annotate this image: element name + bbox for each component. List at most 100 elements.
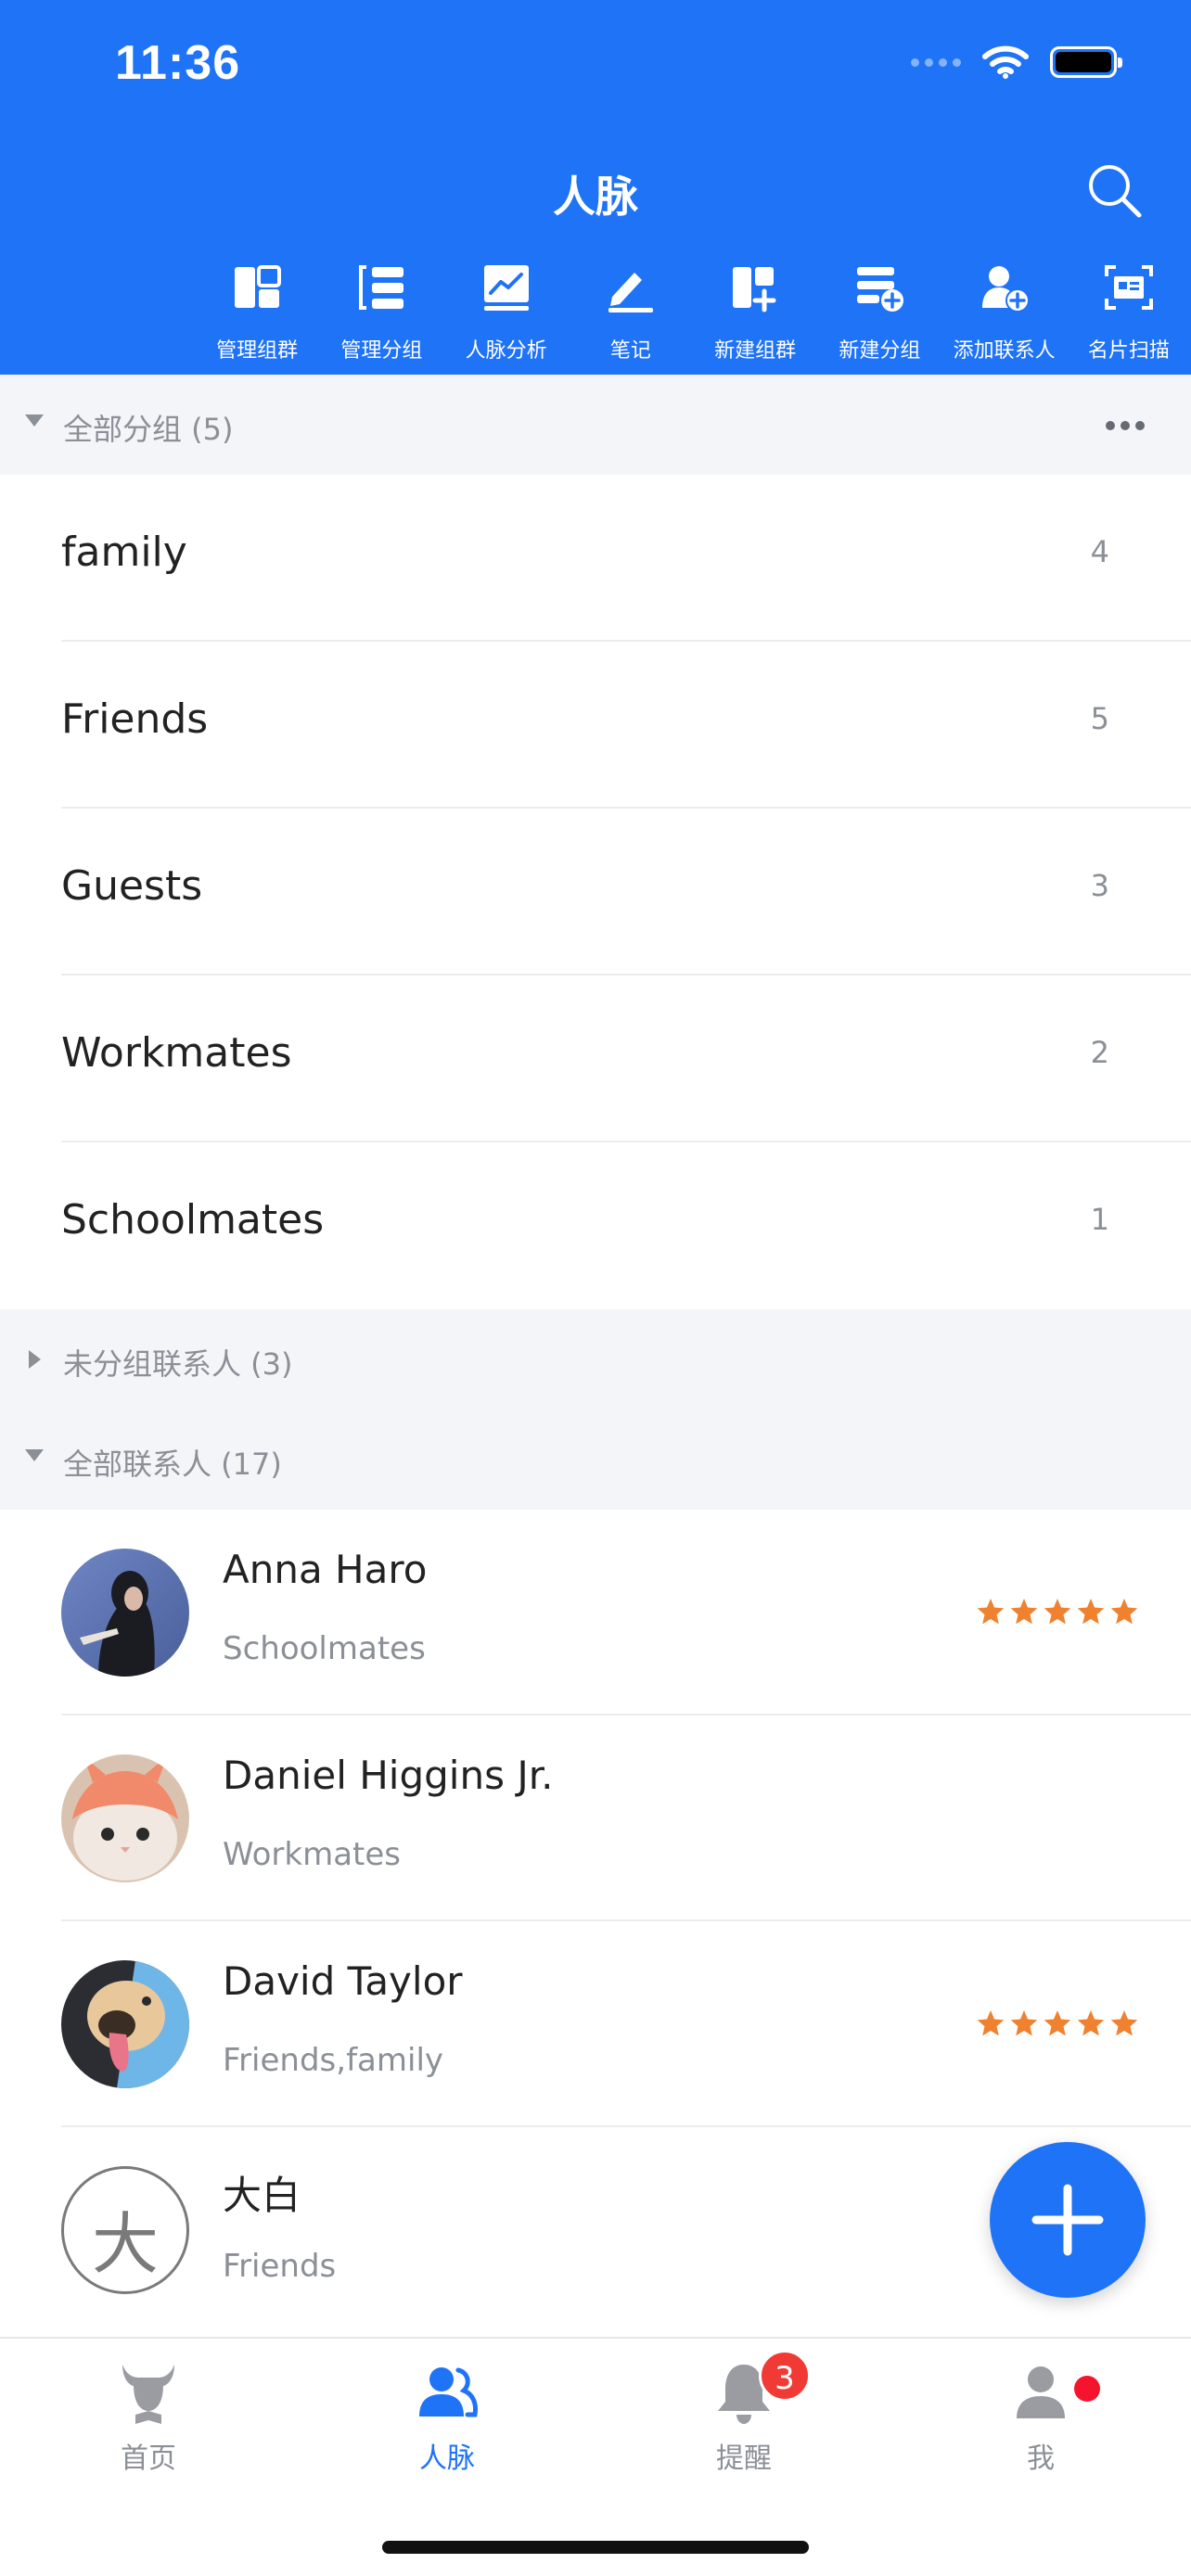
tool-network-analysis[interactable]: 人脉分析 bbox=[444, 260, 569, 375]
tab-label: 提醒 bbox=[716, 2442, 772, 2475]
tool-new-category[interactable]: 新建分组 bbox=[817, 260, 941, 375]
contact-name: Anna Haro bbox=[223, 1547, 428, 1592]
section-title: 全部联系人 (17) bbox=[63, 1447, 282, 1482]
tool-label: 管理组群 bbox=[216, 339, 299, 363]
group-name: family bbox=[61, 529, 187, 576]
tool-manage-groups[interactable]: 管理组群 bbox=[195, 260, 319, 375]
star-icon bbox=[977, 1599, 1005, 1625]
signal-icon bbox=[911, 57, 961, 67]
group-row[interactable]: Guests 3 bbox=[0, 809, 1191, 976]
tool-label: 新建分组 bbox=[839, 339, 921, 363]
rating-stars bbox=[976, 1597, 1139, 1626]
group-name: Schoolmates bbox=[61, 1196, 325, 1243]
tab-label: 我 bbox=[1027, 2442, 1055, 2475]
tab-reminders[interactable]: 提醒 3 bbox=[651, 2339, 837, 2478]
status-time: 11:36 bbox=[115, 36, 241, 90]
notification-dot bbox=[1074, 2376, 1100, 2402]
star-icon bbox=[1044, 1599, 1071, 1625]
contact-name: 大白 bbox=[223, 2173, 301, 2218]
group-count: 2 bbox=[1090, 1035, 1109, 1070]
profile-icon bbox=[1017, 2366, 1065, 2418]
wifi-icon bbox=[982, 45, 1029, 79]
avatar bbox=[61, 1549, 189, 1677]
tool-label: 名片扫描 bbox=[1087, 339, 1170, 363]
group-row[interactable]: Workmates 2 bbox=[0, 976, 1191, 1142]
tool-label: 管理分组 bbox=[340, 339, 423, 363]
avatar-letter: 大 bbox=[91, 2205, 159, 2283]
manage-groups-icon bbox=[235, 265, 282, 308]
network-analysis-icon bbox=[483, 265, 529, 311]
tab-me[interactable]: 我 bbox=[948, 2339, 1133, 2478]
add-floating-button[interactable] bbox=[990, 2142, 1146, 2298]
contact-row[interactable]: David Taylor Friends,family bbox=[0, 1921, 1191, 2127]
new-group-icon bbox=[733, 267, 776, 312]
plus-icon bbox=[1031, 2184, 1104, 2256]
contact-row[interactable]: Anna Haro Schoolmates bbox=[0, 1510, 1191, 1715]
star-icon bbox=[1110, 1599, 1138, 1625]
tool-label: 人脉分析 bbox=[465, 339, 547, 363]
contact-name: David Taylor bbox=[223, 1958, 463, 2004]
star-icon bbox=[1044, 2010, 1071, 2036]
tab-label: 首页 bbox=[121, 2442, 176, 2475]
section-title: 全部分组 (5) bbox=[63, 412, 234, 447]
tool-notes[interactable]: 笔记 bbox=[569, 260, 693, 375]
tool-add-contact[interactable]: 添加联系人 bbox=[942, 260, 1067, 375]
star-icon bbox=[1077, 2010, 1105, 2036]
group-name: Guests bbox=[61, 862, 203, 910]
header-bar: 11:36 人脉 管理组群 管理分组 人脉分析 笔记 新建组群 新建分组 添加联… bbox=[0, 0, 1191, 375]
battery-icon bbox=[1050, 46, 1122, 78]
contact-group: Friends bbox=[223, 2248, 337, 2285]
tool-label: 添加联系人 bbox=[953, 339, 1056, 363]
group-row[interactable]: Schoolmates 1 bbox=[0, 1142, 1191, 1309]
avatar: 大 bbox=[61, 2166, 189, 2294]
group-name: Workmates bbox=[61, 1029, 292, 1077]
star-icon bbox=[1010, 1599, 1038, 1625]
notification-badge: 3 bbox=[759, 2350, 811, 2402]
caret-down-icon bbox=[25, 414, 44, 427]
contact-group: Schoolmates bbox=[223, 1630, 426, 1667]
contacts-icon bbox=[419, 2367, 478, 2417]
star-icon bbox=[1010, 2010, 1038, 2036]
group-count: 5 bbox=[1090, 701, 1109, 736]
manage-categories-icon bbox=[359, 265, 404, 310]
search-icon[interactable] bbox=[1083, 159, 1146, 223]
tab-contacts[interactable]: 人脉 bbox=[354, 2339, 540, 2478]
caret-right-icon bbox=[29, 1350, 41, 1369]
contact-group: Workmates bbox=[223, 1836, 402, 1873]
group-row[interactable]: family 4 bbox=[0, 475, 1191, 642]
notes-icon bbox=[608, 273, 653, 312]
caret-down-icon bbox=[25, 1449, 44, 1461]
group-count: 3 bbox=[1090, 868, 1109, 903]
tab-label: 人脉 bbox=[419, 2442, 475, 2475]
group-count: 1 bbox=[1090, 1202, 1109, 1237]
contact-group: Friends,family bbox=[223, 2042, 444, 2079]
star-icon bbox=[1110, 2010, 1138, 2036]
quick-toolbar: 管理组群 管理分组 人脉分析 笔记 新建组群 新建分组 添加联系人 名片扫描 bbox=[195, 260, 1191, 375]
tab-home[interactable]: 首页 bbox=[56, 2339, 241, 2478]
more-icon[interactable] bbox=[1102, 408, 1148, 441]
rating-stars bbox=[976, 2009, 1139, 2038]
tool-label: 新建组群 bbox=[714, 339, 797, 363]
group-count: 4 bbox=[1090, 534, 1109, 569]
avatar bbox=[61, 1754, 189, 1882]
star-icon bbox=[977, 2010, 1005, 2036]
home-bull-icon bbox=[122, 2365, 174, 2424]
new-category-icon bbox=[857, 267, 904, 312]
star-icon bbox=[1077, 1599, 1105, 1625]
avatar bbox=[61, 1960, 189, 2088]
section-title: 未分组联系人 (3) bbox=[63, 1346, 293, 1382]
add-contact-icon bbox=[981, 266, 1030, 312]
tool-card-scan[interactable]: 名片扫描 bbox=[1067, 260, 1191, 375]
group-row[interactable]: Friends 5 bbox=[0, 642, 1191, 809]
page-title: 人脉 bbox=[553, 172, 638, 222]
section-ungrouped[interactable]: 未分组联系人 (3) bbox=[0, 1309, 1191, 1409]
tool-manage-categories[interactable]: 管理分组 bbox=[319, 260, 443, 375]
section-all-contacts[interactable]: 全部联系人 (17) bbox=[0, 1409, 1191, 1510]
tool-new-group[interactable]: 新建组群 bbox=[693, 260, 817, 375]
group-name: Friends bbox=[61, 695, 209, 743]
section-all-groups[interactable]: 全部分组 (5) bbox=[0, 375, 1191, 475]
status-icons bbox=[911, 45, 1122, 80]
tool-label: 笔记 bbox=[609, 339, 651, 363]
card-scan-icon bbox=[1104, 265, 1153, 310]
contact-row[interactable]: Daniel Higgins Jr. Workmates bbox=[0, 1715, 1191, 1921]
